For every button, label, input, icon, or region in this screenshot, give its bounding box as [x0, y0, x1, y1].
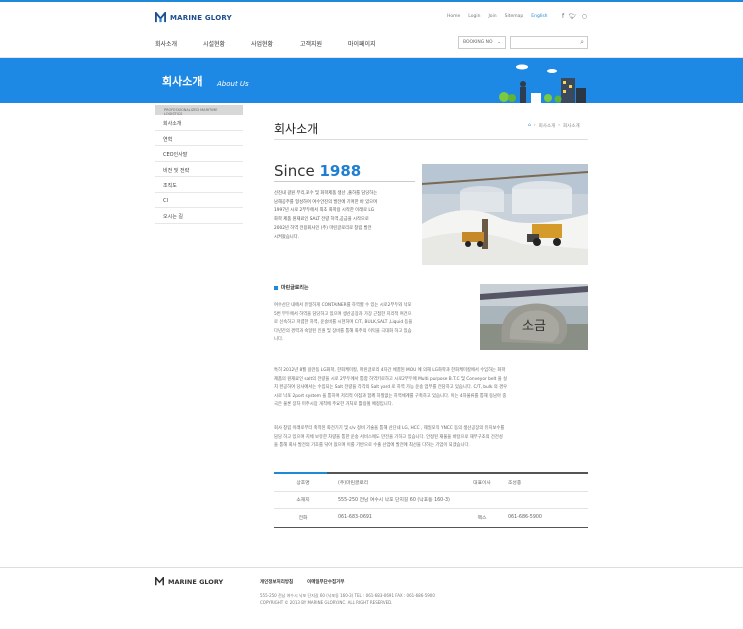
chevron-down-icon: ⌄ — [497, 40, 501, 45]
table-row: 소재지 555-250 전남 여수시 낙포 단지길 60 (낙포동 160-3) — [274, 492, 588, 509]
copyright: COPYRIGHT © 2013 BY MARINE GLORY.INC. AL… — [260, 600, 393, 605]
util-sitemap-link[interactable]: Sitemap — [505, 14, 524, 19]
util-home-link[interactable]: Home — [447, 14, 460, 19]
logo-text: MARINE GLORY — [170, 13, 232, 22]
gnb-item-support[interactable]: 고객지원 — [300, 39, 348, 48]
booking-select[interactable]: BOOKING NO ⌄ — [458, 36, 506, 49]
breadcrumb-item[interactable]: 회사소개 — [539, 123, 556, 129]
logo[interactable]: MARINE GLORY — [155, 12, 232, 23]
util-english-link[interactable]: English — [531, 14, 547, 19]
logo-mark-icon — [155, 577, 164, 586]
salt-stone-photo: 소금 — [480, 284, 588, 350]
util-join-link[interactable]: Join — [488, 14, 496, 19]
hero-banner — [0, 58, 743, 103]
paragraph-operations: 여수산단 내에서 유일하게 CONTAINER를 하역할 수 있는 시로2부두와… — [274, 303, 413, 342]
subsection-title: 마린글로리는 — [274, 284, 309, 291]
breadcrumb-item[interactable]: 회사소개 — [563, 123, 580, 129]
sidebar-item-organization[interactable]: 조직도 — [155, 177, 243, 193]
gnb-item-mypage[interactable]: 마이페이지 — [348, 39, 376, 48]
blog-icon[interactable]: ○ — [582, 13, 587, 20]
bullet-square-icon — [274, 285, 278, 290]
since-year: 1988 — [319, 162, 362, 180]
page-title: 회사소개 — [274, 122, 319, 136]
sidebar-item-company[interactable]: 회사소개 — [155, 115, 243, 131]
sidebar-item-location[interactable]: 오시는 길 — [155, 208, 243, 224]
paragraph-history: 특히 2012년 8월 용만동 LG화학, 한화케미칼, 마린글로리 4자간 체… — [274, 368, 508, 407]
sidebar-item-ceo[interactable]: CEO인사말 — [155, 146, 243, 162]
company-info-table: 상호명 (주)마린글로리 대표이사 조성종 소재지 555-250 전남 여수시… — [274, 472, 588, 528]
utility-links: Home Login Join Sitemap English — [447, 14, 548, 19]
footer-divider — [0, 567, 743, 568]
util-login-link[interactable]: Login — [468, 14, 480, 19]
main-navigation: 회사소개 시설현황 사업현황 고객지원 마이페이지 — [155, 39, 376, 48]
twitter-icon[interactable]: 🐦︎ — [569, 13, 577, 20]
title-divider — [274, 139, 588, 140]
top-accent-line — [0, 0, 743, 2]
hero-title: 회사소개 — [162, 75, 203, 88]
email-refusal-link[interactable]: 이메일무단수집거부 — [307, 579, 344, 585]
logo-mark-icon — [155, 12, 166, 23]
table-accent — [274, 472, 327, 474]
since-heading: Since 1988 — [274, 162, 362, 180]
intro-text: 선진내 광원 무리,포수 및 화학제품 생산 ,출하를 담당하는 남해공주를 형… — [274, 191, 378, 240]
sidebar-header: PROFESSIONALIZED MARITIME LOGISTICS — [155, 105, 243, 116]
gnb-item-facilities[interactable]: 시설현황 — [203, 39, 251, 48]
table-row: 전화 061-683-0691 팩스 061-686-5900 — [298, 515, 542, 522]
footer-address: 555-250 전남 여수시 낙포 단지길 60 (낙포동 160-3) TEL… — [260, 593, 435, 605]
table-row: 상호명 (주)마린글로리 대표이사 조성종 — [274, 474, 588, 492]
facebook-icon[interactable]: f — [562, 13, 564, 20]
gnb-item-business[interactable]: 사업현황 — [251, 39, 300, 48]
sidebar-item-history[interactable]: 연혁 — [155, 131, 243, 146]
city-illustration-icon — [499, 64, 586, 103]
sns-icons: f 🐦︎ ○ — [562, 13, 587, 20]
sidebar-nav: PROFESSIONALIZED MARITIME LOGISTICS 회사소개… — [155, 105, 243, 224]
svg-text:소금: 소금 — [522, 319, 546, 334]
privacy-policy-link[interactable]: 개인정보처리방침 — [260, 579, 293, 585]
since-divider — [274, 181, 415, 182]
paragraph-maintenance: 회사 창립 이래로부터 축적된 화전기기 및 s/v 정비 기술을 통해 산단내… — [274, 426, 505, 448]
footer-links: 개인정보처리방침 이메일무단수집거부 — [260, 579, 344, 585]
home-icon[interactable]: ⌂ — [528, 123, 531, 129]
sidebar-item-vision[interactable]: 비전 및 전략 — [155, 162, 243, 177]
search-icon[interactable]: ⌕ — [580, 38, 584, 47]
port-salt-photo — [422, 164, 588, 265]
booking-label: BOOKING NO — [463, 40, 493, 45]
hero-subtitle: About Us — [217, 80, 249, 88]
sidebar-item-ci[interactable]: CI — [155, 193, 243, 208]
gnb-item-company[interactable]: 회사소개 — [155, 39, 203, 48]
footer-logo: MARINE GLORY — [155, 577, 223, 586]
search-input[interactable]: ⌕ — [510, 36, 588, 49]
breadcrumb: ⌂ › 회사소개 › 회사소개 — [528, 123, 580, 129]
